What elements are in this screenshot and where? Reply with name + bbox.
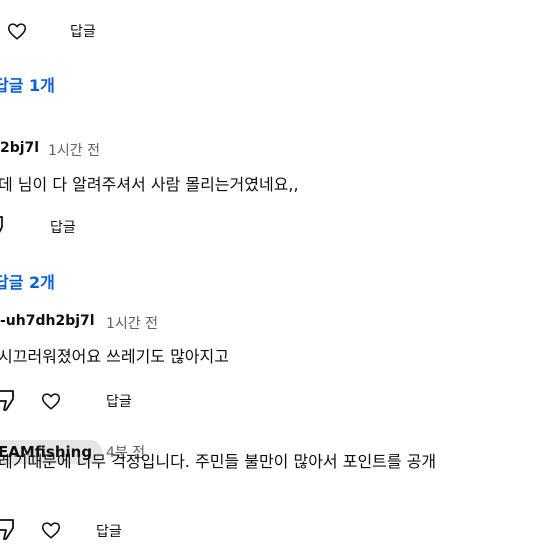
comment-author[interactable]: -uh7dh2bj7l: [0, 313, 95, 329]
comment-text: 데 님이 다 알려주셔서 사람 몰리는거였네요,,: [0, 175, 299, 194]
replies-toggle-1[interactable]: 답글 1개: [0, 72, 55, 96]
comment-author[interactable]: 2bj7l: [0, 140, 39, 156]
dislike-icon[interactable]: [0, 389, 18, 413]
reply-button[interactable]: 답글: [106, 391, 132, 411]
comment-timestamp[interactable]: 1시간 전: [106, 313, 158, 333]
dislike-icon[interactable]: [0, 518, 18, 542]
reply-button[interactable]: 답글: [70, 21, 96, 41]
heart-icon[interactable]: [40, 519, 62, 541]
reply-button[interactable]: 답글: [50, 217, 76, 237]
reply-button[interactable]: 답글: [96, 521, 122, 541]
replies-toggle-2[interactable]: 답글 2개: [0, 269, 55, 293]
dislike-icon[interactable]: [0, 215, 8, 237]
heart-icon[interactable]: [40, 390, 62, 412]
comment-timestamp[interactable]: 1시간 전: [48, 140, 100, 160]
comment-text: 시끄러워졌어요 쓰레기도 많아지고: [0, 347, 229, 366]
comment-text: 레기때문에 너무 걱정입니다. 주민들 불만이 많아서 포인트를 공개: [0, 452, 437, 471]
heart-icon[interactable]: [6, 20, 28, 42]
